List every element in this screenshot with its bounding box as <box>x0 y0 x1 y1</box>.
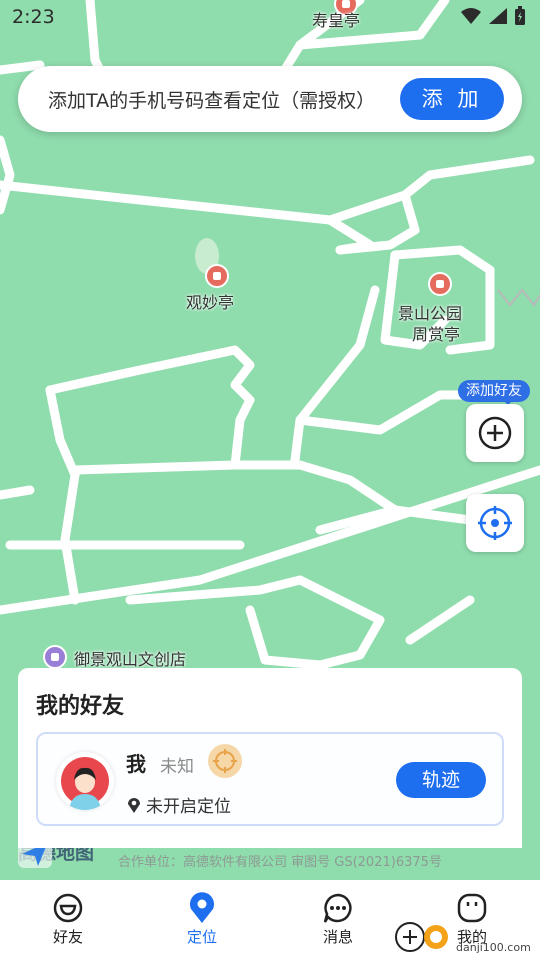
status-time: 2:23 <box>12 6 55 28</box>
nav-friends[interactable]: 好友 <box>28 892 108 947</box>
nav-messages[interactable]: 消息 <box>298 892 378 947</box>
wifi-icon <box>461 8 481 24</box>
nav-location-label: 定位 <box>186 928 217 946</box>
friend-location-text: 未开启定位 <box>146 797 231 817</box>
friend-status: 未知 <box>160 757 194 777</box>
poi-zhoushang-label[interactable]: 周赏亭 <box>412 324 460 345</box>
avatar <box>56 752 114 810</box>
watermark: danji100.com <box>392 918 531 954</box>
poi-pin-icon[interactable] <box>205 264 229 288</box>
watermark-text: danji100.com <box>456 941 531 954</box>
avatar-face-icon <box>61 757 109 810</box>
map-copyright: 合作单位：高德软件有限公司 审图号 GS(2021)6375号 <box>118 855 442 870</box>
profile-icon <box>457 893 487 923</box>
panel-title: 我的好友 <box>36 694 125 719</box>
poi-guanmiao-label[interactable]: 观妙亭 <box>186 292 234 313</box>
poi-shop-icon[interactable] <box>43 645 67 669</box>
add-phone-banner: 添加TA的手机号码查看定位（需授权） 添 加 <box>18 66 522 132</box>
friend-location: 未开启定位 <box>126 792 231 817</box>
banner-add-button[interactable]: 添 加 <box>400 78 504 120</box>
track-button[interactable]: 轨迹 <box>396 762 486 798</box>
target-inner-icon <box>213 749 237 773</box>
crosshair-icon <box>478 506 512 540</box>
message-icon <box>323 893 352 923</box>
friends-icon <box>53 893 83 923</box>
nav-location[interactable]: 定位 <box>162 892 242 947</box>
location-pin-icon <box>190 892 214 923</box>
target-icon[interactable] <box>208 744 242 778</box>
map-pin-icon <box>128 797 140 813</box>
cellular-signal-icon <box>489 8 507 24</box>
watermark-logo-icon <box>395 922 448 952</box>
banner-text: 添加TA的手机号码查看定位（需授权） <box>48 90 376 112</box>
poi-jingshan-label[interactable]: 景山公园 <box>398 303 462 324</box>
locate-button[interactable] <box>466 494 524 552</box>
zoom-in-button[interactable] <box>466 404 524 462</box>
friend-card-me[interactable]: 我 未知 未开启定位 轨迹 <box>36 732 504 826</box>
battery-icon <box>515 6 525 25</box>
add-friend-tag[interactable]: 添加好友 <box>458 380 530 405</box>
friends-panel: 我的好友 我 未知 未开启定位 轨迹 <box>18 668 522 848</box>
friend-name: 我 <box>126 752 146 776</box>
nav-messages-label: 消息 <box>322 928 353 946</box>
nav-friends-label: 好友 <box>52 928 83 946</box>
poi-pin-icon[interactable] <box>428 272 452 296</box>
poi-yujing-label[interactable]: 御景观山文创店 <box>74 649 186 670</box>
plus-circle-icon <box>478 416 512 450</box>
status-bar: 2:23 <box>0 0 540 36</box>
